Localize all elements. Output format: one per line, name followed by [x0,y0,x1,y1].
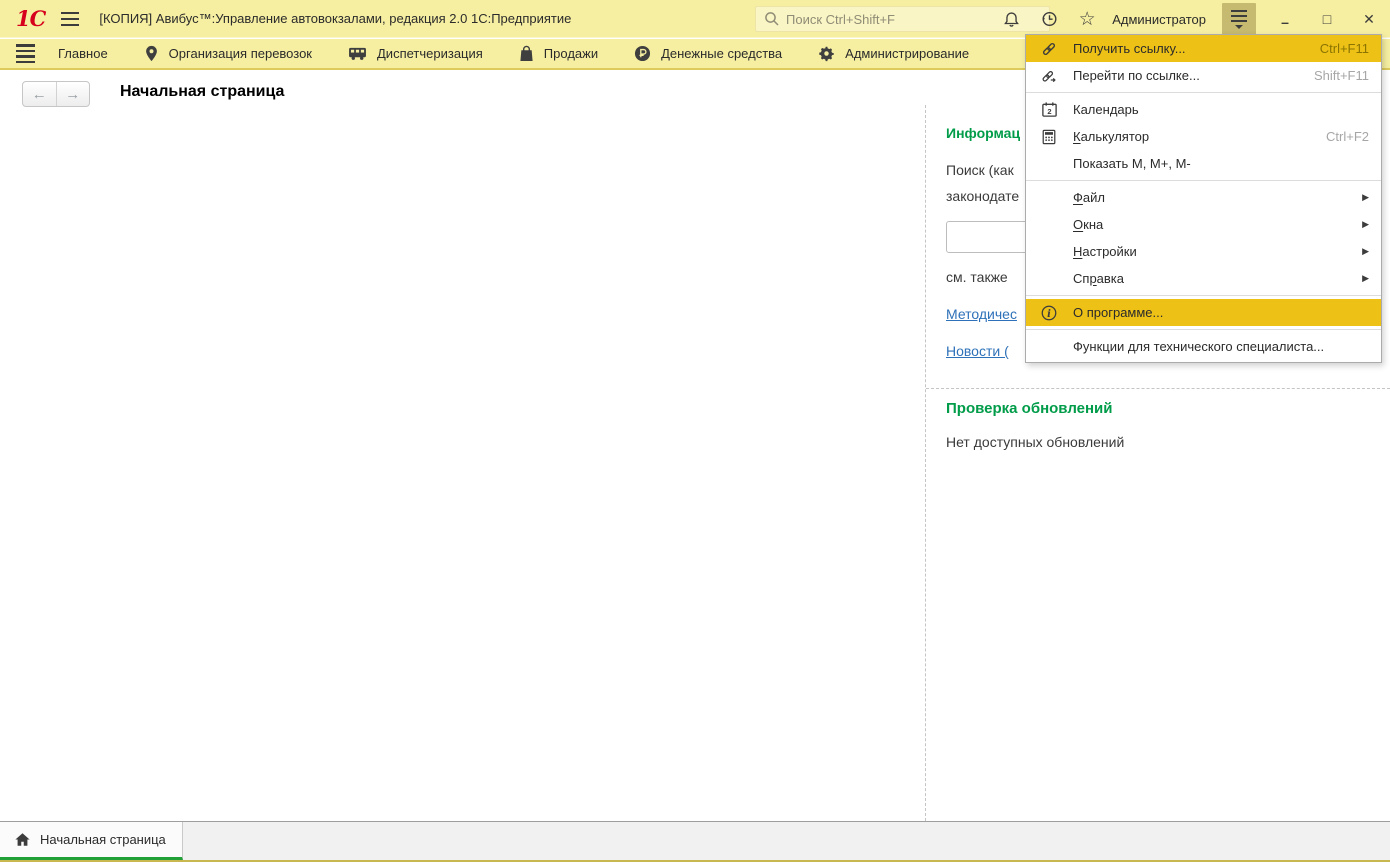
panel-separator [926,388,1390,389]
close-button[interactable]: ✕ [1356,11,1382,28]
svg-text:i: i [1047,308,1051,319]
menu-item-help[interactable]: Справка ▶ [1026,265,1381,292]
current-user-label: Администратор [1112,12,1206,27]
notifications-bell-icon[interactable] [1000,8,1022,30]
empty-icon-slot [1039,242,1059,262]
ruble-circle-icon [634,45,651,62]
menu-separator [1026,329,1381,330]
empty-icon-slot [1039,215,1059,235]
tab-label: Начальная страница [40,832,166,847]
empty-icon-slot [1039,188,1059,208]
section-label: Главное [58,46,108,61]
section-label: Денежные средства [661,46,782,61]
tools-dropdown-menu: Получить ссылку... Ctrl+F11 Перейти по с… [1025,34,1382,363]
window-title: [КОПИЯ] Авибус™:Управление автовокзалами… [99,11,571,26]
menu-item-about[interactable]: i О программе... [1026,299,1381,326]
updates-heading: Проверка обновлений [946,400,1124,417]
gear-icon [818,45,835,62]
section-dispetcherizaciya[interactable]: Диспетчеризация [330,39,501,68]
menu-separator [1026,180,1381,181]
history-icon[interactable] [1038,8,1060,30]
menu-item-file[interactable]: Файл ▶ [1026,184,1381,211]
forward-button[interactable]: → [57,82,90,106]
info-icon: i [1039,303,1059,323]
menu-item-go-to-link[interactable]: Перейти по ссылке... Shift+F11 [1026,62,1381,89]
home-icon [14,832,31,847]
svg-text:2: 2 [1047,107,1051,116]
maximize-button[interactable]: □ [1314,11,1340,27]
section-administrirovanie[interactable]: Администрирование [800,39,987,68]
section-label: Администрирование [845,46,969,61]
shortcut-label: Ctrl+F2 [1326,129,1369,144]
minimize-button[interactable]: – [1272,11,1298,27]
link-arrow-icon [1039,66,1059,86]
empty-icon-slot [1039,269,1059,289]
menu-item-get-link[interactable]: Получить ссылку... Ctrl+F11 [1026,35,1381,62]
history-nav-buttons: ← → [22,81,90,107]
menu-item-calculator[interactable]: Калькулятор Ctrl+F2 [1026,123,1381,150]
section-label: Продажи [544,46,598,61]
title-bar: 1С [КОПИЯ] Авибус™:Управление автовокзал… [0,0,1390,38]
sections-hamburger-icon[interactable] [10,40,40,68]
submenu-arrow-icon: ▶ [1362,192,1369,203]
link-icon [1039,39,1059,59]
submenu-arrow-icon: ▶ [1362,273,1369,284]
section-denezhnye-sredstva[interactable]: Денежные средства [616,39,800,68]
main-menu-hamburger-icon[interactable] [55,5,85,33]
tools-menu-button[interactable] [1222,3,1256,35]
menu-item-settings[interactable]: Настройки ▶ [1026,238,1381,265]
calculator-icon [1039,127,1059,147]
1c-logo: 1С [16,6,45,31]
menu-item-tech-functions[interactable]: Функции для технического специалиста... [1026,333,1381,360]
favorites-star-icon[interactable]: ☆ [1076,8,1098,30]
empty-icon-slot [1039,337,1059,357]
shortcut-label: Shift+F11 [1314,68,1369,83]
menu-item-calendar[interactable]: 2 Календарь [1026,96,1381,123]
menu-separator [1026,92,1381,93]
submenu-arrow-icon: ▶ [1362,219,1369,230]
section-label: Организация перевозок [169,46,312,61]
calendar-icon: 2 [1039,100,1059,120]
section-prodazhi[interactable]: Продажи [501,39,616,68]
submenu-arrow-icon: ▶ [1362,246,1369,257]
page-title: Начальная страница [120,83,284,101]
section-organizaciya-perevozok[interactable]: Организация перевозок [126,39,330,68]
back-button[interactable]: ← [23,82,57,106]
menu-separator [1026,295,1381,296]
section-label: Диспетчеризация [377,46,483,61]
search-icon [764,11,780,27]
shortcut-label: Ctrl+F11 [1320,41,1369,56]
updates-status: Нет доступных обновлений [946,434,1124,450]
tab-home-page[interactable]: Начальная страница [0,822,183,860]
empty-icon-slot [1039,154,1059,174]
app-window: 1С [КОПИЯ] Авибус™:Управление автовокзал… [0,0,1390,862]
shopping-bag-icon [519,45,534,62]
menu-item-windows[interactable]: Окна ▶ [1026,211,1381,238]
titlebar-actions: ☆ Администратор – □ ✕ [1000,0,1382,38]
location-pin-icon [144,45,159,62]
updates-panel: Проверка обновлений Нет доступных обновл… [946,400,1124,450]
bus-icon [348,46,367,61]
menu-item-show-m[interactable]: Показать М, М+, М- [1026,150,1381,177]
taskbar: Начальная страница [0,821,1390,862]
section-glavnoe[interactable]: Главное [40,39,126,68]
